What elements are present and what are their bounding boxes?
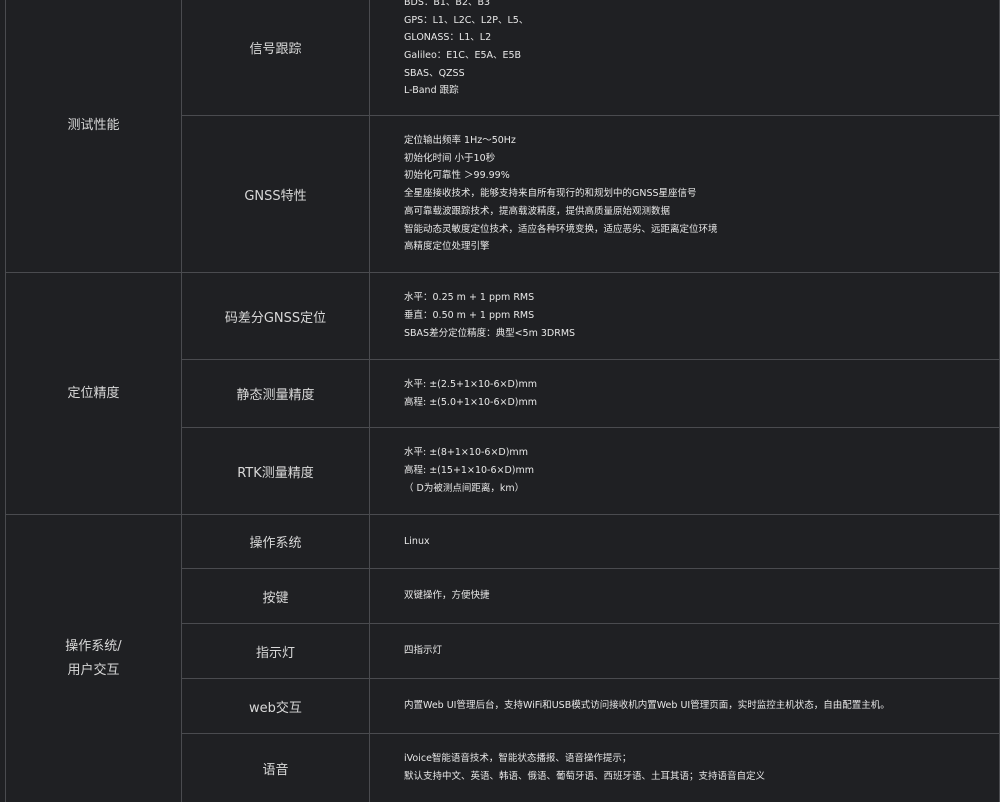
- category-label-line2: 用户交互: [67, 662, 120, 678]
- table-row: 操作系统/ 用户交互 操作系统 Linux: [5, 514, 1000, 802]
- row-label-keys: 按键: [181, 568, 370, 624]
- row-value-web: 内置Web UI管理后台，支持WiFi和USB模式访问接收机内置Web UI管理…: [369, 678, 1000, 734]
- row-value-static: 水平: ±(2.5+1×10-6×D)mm 高程: ±(5.0+1×10-6×D…: [369, 359, 1000, 428]
- table-row: 定位精度 码差分GNSS定位 水平：0.25 m + 1 ppm RMS 垂直：…: [5, 272, 1000, 515]
- row-label-rtk: RTK测量精度: [181, 427, 370, 515]
- row-value-led: 四指示灯: [369, 623, 1000, 679]
- category-system: 操作系统/ 用户交互: [5, 514, 182, 802]
- list-item: 智能动态灵敏度定位技术，适应各种环境变换，适应恶劣、远距离定位环境: [404, 223, 718, 235]
- row-label-code-diff: 码差分GNSS定位: [181, 272, 370, 360]
- list-item: 初始化时间 小于10秒: [404, 152, 496, 164]
- list-item: 全星座接收技术，能够支持来自所有现行的和规划中的GNSS星座信号: [404, 188, 697, 200]
- row-value-code-diff: 水平：0.25 m + 1 ppm RMS 垂直：0.50 m + 1 ppm …: [369, 272, 1000, 360]
- list-item: GPS：L1、L2C、L2P、L5、: [404, 14, 529, 26]
- spec-table: 测试性能 信号跟踪 BDS：B1、B2、B3 GPS：L1、L2C、L2P、L5…: [5, 0, 1000, 802]
- list-item: Galileo：E1C、E5A、E5B: [404, 50, 522, 61]
- row-value-keys: 双键操作，方便快捷: [369, 568, 1000, 624]
- list-item: 高精度定位处理引擎: [404, 241, 490, 253]
- row-label-voice: 语音: [181, 733, 370, 802]
- row-label-signal: 信号跟踪: [181, 0, 370, 116]
- row-value-signal: BDS：B1、B2、B3 GPS：L1、L2C、L2P、L5、 GLONASS：…: [369, 0, 1000, 116]
- category-label: 测试性能: [67, 117, 120, 133]
- list-item: 水平：0.25 m + 1 ppm RMS: [404, 292, 535, 304]
- row-label-web: web交互: [181, 678, 370, 734]
- list-item: 定位输出频率 1Hz～50Hz: [404, 135, 516, 147]
- list-item: L-Band 跟踪: [404, 85, 459, 97]
- list-item: 水平: ±(2.5+1×10-6×D)mm: [404, 378, 538, 390]
- category-label: 定位精度: [67, 385, 120, 401]
- table-row: 测试性能 信号跟踪 BDS：B1、B2、B3 GPS：L1、L2C、L2P、L5…: [5, 0, 1000, 273]
- list-item: 高可靠载波跟踪技术，提高载波精度，提供高质量原始观测数据: [404, 205, 671, 217]
- list-item: 默认支持中文、英语、韩语、俄语、葡萄牙语、西班牙语、土耳其语；支持语音自定义: [404, 771, 766, 782]
- list-item: 垂直：0.50 m + 1 ppm RMS: [404, 310, 535, 322]
- list-item: BDS：B1、B2、B3: [404, 0, 491, 8]
- list-item: 高程: ±(15+1×10-6×D)mm: [404, 465, 534, 477]
- list-item: SBAS差分定位精度：典型<5m 3DRMS: [404, 327, 576, 339]
- row-value-rtk: 水平: ±(8+1×10-6×D)mm 高程: ±(15+1×10-6×D)mm…: [369, 427, 1000, 515]
- list-item: （ D为被测点间距离，km）: [404, 482, 525, 494]
- list-item: 水平: ±(8+1×10-6×D)mm: [404, 447, 528, 459]
- row-value-gnss: 定位输出频率 1Hz～50Hz 初始化时间 小于10秒 初始化可靠性 ＞99.9…: [369, 115, 1000, 273]
- spec-page: 测试性能 信号跟踪 BDS：B1、B2、B3 GPS：L1、L2C、L2P、L5…: [0, 0, 1000, 802]
- list-item: 高程: ±(5.0+1×10-6×D)mm: [404, 396, 538, 408]
- category-performance: 测试性能: [5, 0, 182, 273]
- row-value-os: Linux: [369, 514, 1000, 569]
- list-item: GLONASS：L1、L2: [404, 32, 492, 44]
- row-label-led: 指示灯: [181, 623, 370, 679]
- category-label-line1: 操作系统/: [65, 638, 122, 654]
- row-label-gnss: GNSS特性: [181, 115, 370, 273]
- category-accuracy: 定位精度: [5, 272, 182, 515]
- row-label-os: 操作系统: [181, 514, 370, 569]
- list-item: 初始化可靠性 ＞99.99%: [404, 170, 510, 182]
- list-item: SBAS、QZSS: [404, 67, 465, 79]
- row-value-voice: iVoice智能语音技术，智能状态播报、语音操作提示； 默认支持中文、英语、韩语…: [369, 733, 1000, 802]
- list-item: iVoice智能语音技术，智能状态播报、语音操作提示；: [404, 753, 632, 765]
- row-label-static: 静态测量精度: [181, 359, 370, 428]
